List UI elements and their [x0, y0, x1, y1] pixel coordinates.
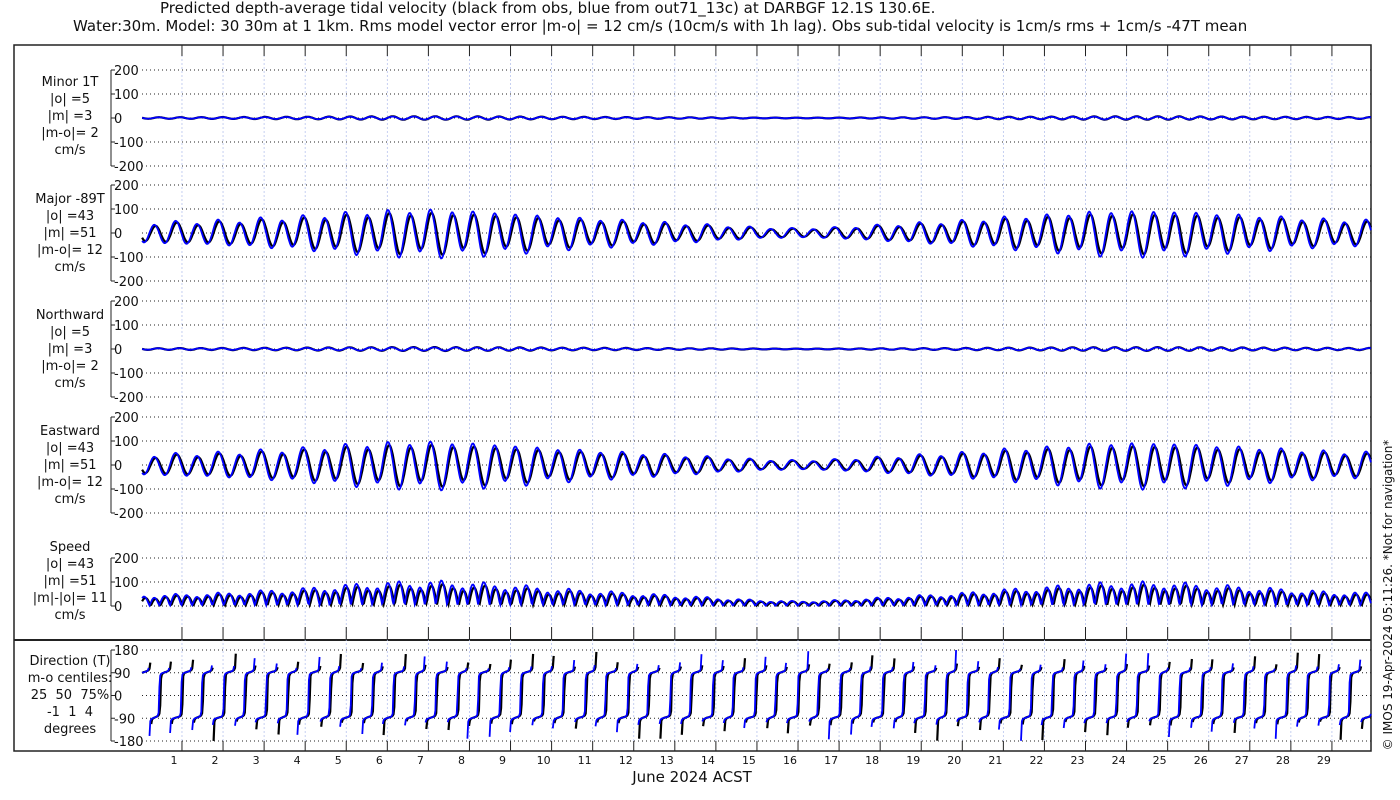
x-tick-label: 13: [659, 754, 674, 767]
panel-label-line: Eastward: [39, 424, 101, 439]
y-tick-label: -200: [114, 160, 144, 175]
x-tick-label: 29: [1316, 754, 1331, 767]
panel-label-line: Major -89T: [35, 192, 105, 207]
panel-label-line: Minor 1T: [41, 75, 99, 90]
panel-label-line: |m-o|= 2: [41, 126, 99, 141]
x-tick-label: 23: [1070, 754, 1085, 767]
tidal-velocity-chart: 2001000-100-2002001000-100-2002001000-10…: [13, 44, 1372, 752]
panel-label-line: |m| =3: [47, 342, 93, 357]
x-tick-label: 17: [824, 754, 839, 767]
panel-label-east: Eastward |o| =43 |m| =51 |m-o|= 12 cm/s: [10, 423, 130, 508]
panel-label-line: 25 50 75%: [30, 688, 110, 703]
y-tick-label: -200: [114, 275, 144, 290]
x-tick-label: 27: [1234, 754, 1249, 767]
panel-label-line: |m-o|= 12: [37, 243, 103, 258]
x-tick-label: 3: [252, 754, 260, 767]
x-tick-label: 24: [1111, 754, 1126, 767]
major-model-series: [141, 208, 1372, 260]
x-tick-label: 5: [334, 754, 342, 767]
panel-label-direction: Direction (T) m-o centiles: 25 50 75% -1 1 …: [10, 653, 130, 738]
x-tick-label: 7: [416, 754, 424, 767]
x-tick-label: 21: [988, 754, 1003, 767]
panel-label-line: |m| =3: [47, 109, 93, 124]
panel-label-line: |m-o|= 2: [41, 359, 99, 374]
direction-obs-series: [141, 651, 1372, 741]
x-tick-label: 6: [375, 754, 383, 767]
panel-label-line: -1 1 4: [46, 705, 94, 720]
panel-label-line: cm/s: [54, 143, 86, 158]
y-tick-label: -200: [114, 391, 144, 406]
x-tick-label: 20: [947, 754, 962, 767]
x-tick-label: 11: [577, 754, 592, 767]
x-tick-label: 18: [865, 754, 880, 767]
x-tick-label: 2: [211, 754, 219, 767]
panel-label-line: m-o centiles:: [27, 671, 113, 686]
x-tick-label: 26: [1193, 754, 1208, 767]
x-tick-label: 10: [536, 754, 551, 767]
panel-label-line: |m-o|= 12: [37, 475, 103, 490]
y-tick-label: -200: [114, 507, 144, 522]
panel-label-line: cm/s: [54, 376, 86, 391]
panel-label-line: cm/s: [54, 260, 86, 275]
panel-label-line: degrees: [43, 722, 97, 737]
panel-label-line: |o| =43: [45, 441, 95, 456]
x-tick-label: 4: [293, 754, 301, 767]
x-tick-label: 16: [783, 754, 798, 767]
panel-label-line: Northward: [35, 308, 105, 323]
panel-label-line: |m| =51: [43, 226, 97, 241]
plot-frame: [13, 44, 1372, 752]
panel-label-line: cm/s: [54, 608, 86, 623]
x-tick-label: 9: [499, 754, 507, 767]
panel-label-north: Northward |o| =5 |m| =3 |m-o|= 2 cm/s: [10, 307, 130, 392]
credit-text: © IMOS 19-Apr-2024 05:11:26. *Not for na…: [1381, 439, 1395, 751]
x-tick-label: 12: [618, 754, 633, 767]
x-tick-label: 1: [170, 754, 178, 767]
panel-label-line: Direction (T): [29, 654, 111, 669]
panel-label-major: Major -89T |o| =43 |m| =51 |m-o|= 12 cm/s: [10, 191, 130, 276]
x-axis-title: June 2024 ACST: [632, 768, 752, 786]
x-tick-label: 8: [457, 754, 465, 767]
panel-label-line: |o| =5: [49, 325, 90, 340]
panel-label-line: |o| =43: [45, 209, 95, 224]
panel-label-line: |m| =51: [43, 574, 97, 589]
panel-label-line: |m| =51: [43, 458, 97, 473]
panel-label-speed: Speed |o| =43 |m| =51 |m|-|o|= 11 cm/s: [10, 539, 130, 624]
panel-label-line: |m|-|o|= 11: [32, 591, 108, 606]
x-tick-label: 28: [1275, 754, 1290, 767]
panel-label-line: |o| =43: [45, 557, 95, 572]
east-model-series: [141, 440, 1372, 492]
speed-model-series: [141, 579, 1372, 609]
panel-label-line: Speed: [49, 540, 91, 555]
panel-label-line: cm/s: [54, 492, 86, 507]
x-tick-label: 14: [700, 754, 715, 767]
x-tick-label: 22: [1029, 754, 1044, 767]
panel-label-minor: Minor 1T |o| =5 |m| =3 |m-o|= 2 cm/s: [10, 74, 130, 159]
x-tick-label: 19: [906, 754, 921, 767]
panel-label-line: |o| =5: [49, 92, 90, 107]
x-tick-label: 15: [741, 754, 756, 767]
x-tick-label: 25: [1152, 754, 1167, 767]
